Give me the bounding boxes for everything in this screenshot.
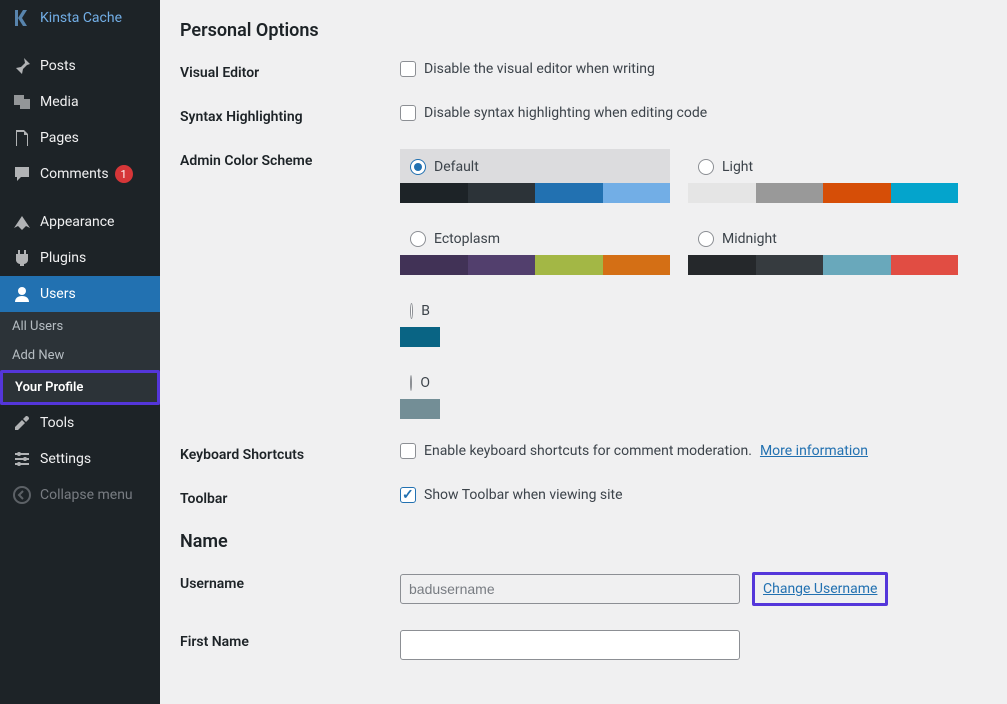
label-keyboard-shortcuts: Keyboard Shortcuts [180, 443, 400, 463]
radio-ectoplasm[interactable] [410, 231, 426, 247]
color-scheme-partial-2[interactable]: O [400, 365, 440, 419]
label-toolbar: Toolbar [180, 487, 400, 507]
submenu-all-users[interactable]: All Users [0, 312, 160, 341]
label-admin-color-scheme: Admin Color Scheme [180, 149, 400, 169]
checkbox-label-toolbar: Show Toolbar when viewing site [424, 487, 623, 503]
link-change-username[interactable]: Change Username [763, 581, 877, 597]
pages-icon [12, 128, 32, 148]
kinsta-icon [12, 8, 32, 28]
radio-partial-2[interactable] [410, 375, 412, 391]
admin-sidebar: Kinsta Cache Posts Media Pages Comments … [0, 0, 160, 704]
input-username[interactable] [400, 574, 740, 604]
sidebar-item-comments[interactable]: Comments 1 [0, 156, 160, 192]
users-icon [12, 284, 32, 304]
color-swatches [688, 183, 958, 203]
pin-icon [12, 56, 32, 76]
color-swatches [400, 183, 670, 203]
sidebar-item-users[interactable]: Users [0, 276, 160, 312]
sidebar-item-label: Users [40, 286, 76, 302]
color-swatches [400, 327, 440, 347]
link-change-username-wrapper: Change Username [752, 572, 888, 606]
sidebar-item-plugins[interactable]: Plugins [0, 240, 160, 276]
input-first-name[interactable] [400, 630, 740, 660]
sidebar-item-label: Plugins [40, 250, 86, 266]
appearance-icon [12, 212, 32, 232]
collapse-icon [12, 485, 32, 505]
scheme-label: O [420, 375, 430, 391]
sidebar-item-label: Kinsta Cache [40, 10, 122, 26]
checkbox-keyboard-shortcuts[interactable] [400, 443, 416, 459]
sidebar-item-label: Pages [40, 130, 79, 146]
scheme-label: Light [722, 159, 753, 175]
color-scheme-midnight[interactable]: Midnight [688, 221, 958, 275]
sidebar-item-collapse[interactable]: Collapse menu [0, 477, 160, 513]
radio-midnight[interactable] [698, 231, 714, 247]
radio-light[interactable] [698, 159, 714, 175]
media-icon [12, 92, 32, 112]
submenu-add-new[interactable]: Add New [0, 341, 160, 370]
sidebar-item-label: Collapse menu [40, 487, 133, 503]
color-scheme-ectoplasm[interactable]: Ectoplasm [400, 221, 670, 275]
sidebar-item-label: Settings [40, 451, 91, 467]
scheme-label: Ectoplasm [434, 231, 500, 247]
sidebar-item-label: Posts [40, 58, 76, 74]
plugins-icon [12, 248, 32, 268]
sidebar-item-tools[interactable]: Tools [0, 405, 160, 441]
sidebar-item-label: Tools [40, 415, 74, 431]
color-swatches [400, 255, 670, 275]
sidebar-item-label: Appearance [40, 214, 114, 230]
checkbox-label-visual-editor: Disable the visual editor when writing [424, 61, 655, 77]
sidebar-item-appearance[interactable]: Appearance [0, 204, 160, 240]
comments-icon [12, 164, 32, 184]
tools-icon [12, 413, 32, 433]
scheme-label: Default [434, 159, 479, 175]
users-submenu: All Users Add New Your Profile [0, 312, 160, 405]
color-scheme-default[interactable]: Default [400, 149, 670, 203]
checkbox-label-keyboard-shortcuts: Enable keyboard shortcuts for comment mo… [424, 443, 752, 459]
color-scheme-partial-1[interactable]: B [400, 293, 440, 347]
main-content: Personal Options Visual Editor Disable t… [160, 0, 1007, 704]
label-username: Username [180, 572, 400, 592]
checkbox-toolbar[interactable] [400, 487, 416, 503]
section-heading-personal-options: Personal Options [180, 20, 987, 41]
sidebar-item-posts[interactable]: Posts [0, 48, 160, 84]
label-visual-editor: Visual Editor [180, 61, 400, 81]
sidebar-item-settings[interactable]: Settings [0, 441, 160, 477]
sidebar-item-label: Media [40, 94, 79, 110]
checkbox-visual-editor[interactable] [400, 61, 416, 77]
radio-partial-1[interactable] [410, 303, 413, 319]
scheme-label: Midnight [722, 231, 777, 247]
checkbox-label-syntax-highlighting: Disable syntax highlighting when editing… [424, 105, 707, 121]
sidebar-item-label: Comments [40, 166, 109, 182]
settings-icon [12, 449, 32, 469]
submenu-your-profile[interactable]: Your Profile [0, 370, 160, 405]
comments-badge: 1 [115, 165, 133, 183]
color-swatches [688, 255, 958, 275]
link-more-information[interactable]: More information [760, 443, 868, 459]
color-scheme-light[interactable]: Light [688, 149, 958, 203]
section-heading-name: Name [180, 531, 987, 552]
sidebar-item-media[interactable]: Media [0, 84, 160, 120]
sidebar-item-pages[interactable]: Pages [0, 120, 160, 156]
label-syntax-highlighting: Syntax Highlighting [180, 105, 400, 125]
color-swatches [400, 399, 440, 419]
checkbox-syntax-highlighting[interactable] [400, 105, 416, 121]
radio-default[interactable] [410, 159, 426, 175]
label-first-name: First Name [180, 630, 400, 650]
sidebar-item-kinsta-cache[interactable]: Kinsta Cache [0, 0, 160, 36]
scheme-label: B [421, 303, 430, 319]
